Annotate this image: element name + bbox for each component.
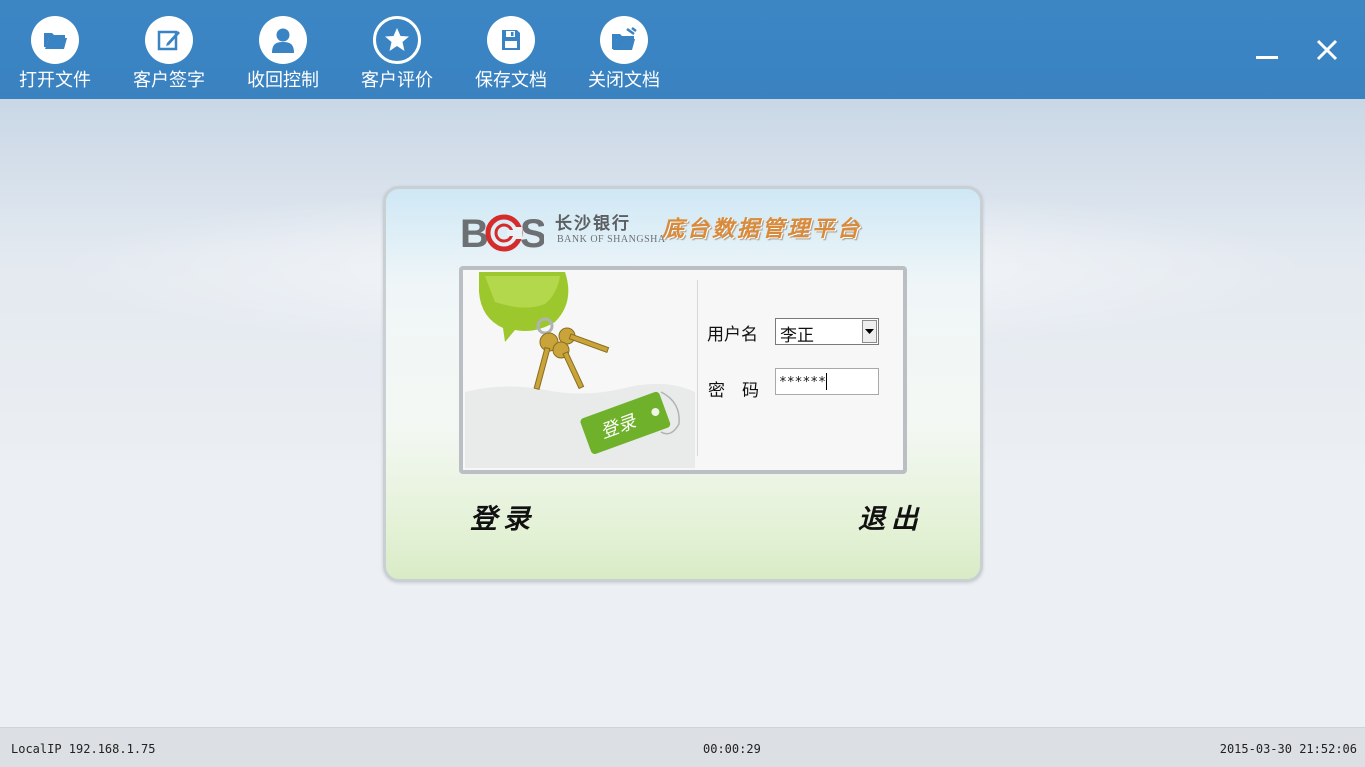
text-caret <box>825 373 827 390</box>
username-label: 用户名 <box>707 325 758 345</box>
username-value: 李正 <box>780 326 814 346</box>
close-document-button[interactable]: 关闭文档 <box>574 14 674 94</box>
edit-sign-icon <box>145 16 193 64</box>
login-form-box: 登录 用户名 李正 密 码 ****** <box>459 266 907 474</box>
open-file-button[interactable]: 打开文件 <box>5 14 105 94</box>
login-button[interactable]: 登录 <box>470 497 536 536</box>
bcs-logo: B S <box>460 209 544 253</box>
svg-text:B: B <box>460 212 489 253</box>
open-folder-icon <box>31 16 79 64</box>
platform-title: 底台数据管理平台 <box>662 216 863 242</box>
minimize-icon <box>1256 56 1278 59</box>
client-rating-button[interactable]: 客户评价 <box>347 14 447 94</box>
save-document-button[interactable]: 保存文档 <box>461 14 561 94</box>
close-folder-icon <box>600 16 648 64</box>
password-label: 密 码 <box>708 381 759 401</box>
datetime-text: 2015-03-30 21:52:06 <box>1219 742 1357 756</box>
status-bar: LocalIP 192.168.1.75 00:00:29 2015-03-30… <box>0 727 1365 767</box>
form-divider <box>697 280 698 456</box>
exit-button[interactable]: 退出 <box>858 497 924 536</box>
bank-name-en: BANK OF SHANGSHA <box>557 234 666 245</box>
tool-label: 客户签字 <box>133 70 205 91</box>
close-icon <box>1316 39 1338 61</box>
password-value: ****** <box>779 375 826 390</box>
login-panel: B S 长沙银行 BANK OF SHANGSHA 底台数据管理平台 登录 用户… <box>383 186 983 582</box>
chevron-down-icon[interactable] <box>862 320 877 343</box>
username-select[interactable]: 李正 <box>775 318 879 346</box>
top-toolbar: 打开文件 客户签字 收回控制 客户评价 保存文档 关闭文档 <box>0 0 1365 99</box>
tool-label: 保存文档 <box>475 70 547 91</box>
tool-label: 关闭文档 <box>588 70 660 91</box>
client-sign-button[interactable]: 客户签字 <box>119 14 219 94</box>
user-icon <box>259 16 307 64</box>
elapsed-time-text: 00:00:29 <box>703 742 761 756</box>
tool-label: 收回控制 <box>247 70 319 91</box>
svg-text:S: S <box>520 212 544 253</box>
bank-logo: B S 长沙银行 BANK OF SHANGSHA 底台数据管理平台 <box>460 207 880 257</box>
tool-label: 客户评价 <box>361 70 433 91</box>
keys-illustration: 登录 <box>465 272 695 468</box>
minimize-button[interactable] <box>1247 30 1287 70</box>
retrieve-control-button[interactable]: 收回控制 <box>233 14 333 94</box>
tool-label: 打开文件 <box>19 70 91 91</box>
star-icon <box>373 16 421 64</box>
local-ip-text: LocalIP 192.168.1.75 <box>11 742 156 756</box>
save-disk-icon <box>487 16 535 64</box>
bank-name-cn: 长沙银行 <box>555 214 631 234</box>
password-field[interactable]: ****** <box>775 368 879 395</box>
close-window-button[interactable] <box>1307 30 1347 70</box>
